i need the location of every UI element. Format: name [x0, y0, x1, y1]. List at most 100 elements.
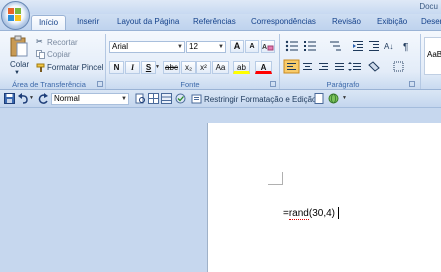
format-painter-icon	[36, 63, 45, 72]
format-painter-button[interactable]: Formatar Pincel	[47, 63, 103, 72]
globe-icon[interactable]	[328, 93, 339, 104]
print-preview-icon[interactable]	[135, 93, 146, 104]
eraser-icon: A	[262, 44, 274, 51]
separator	[420, 34, 421, 89]
highlight-button[interactable]: ab	[233, 61, 250, 74]
chevron-down-icon[interactable]: ▼	[155, 64, 160, 70]
document-icon[interactable]	[314, 93, 325, 104]
paragraph-launcher-icon[interactable]	[409, 81, 415, 87]
text-prefix: =	[283, 208, 289, 219]
grow-font-button[interactable]: A	[230, 40, 244, 53]
numbering-icon	[304, 41, 316, 51]
restrict-editing-button[interactable]: Restringir Formatação e Edição	[204, 95, 317, 104]
text-cursor	[338, 207, 339, 219]
shrink-font-icon: A	[249, 43, 255, 50]
highlighter-icon: ab	[237, 63, 246, 72]
strikethrough-icon: abc	[165, 63, 178, 72]
shrink-font-button[interactable]: A	[245, 40, 259, 53]
borders-icon	[393, 61, 404, 72]
redo-icon[interactable]	[38, 93, 49, 104]
window-title: Docu	[419, 2, 438, 11]
clipboard-launcher-icon[interactable]	[97, 81, 103, 87]
margin-corner-mark	[268, 172, 283, 185]
clipboard-icon	[10, 35, 28, 57]
tab-exibicao[interactable]: Exibição	[377, 17, 407, 26]
sort-icon: A↓	[384, 42, 393, 51]
subscript-button[interactable]: x₂	[181, 61, 196, 74]
customize-toolbar-icon[interactable]: ▼	[342, 95, 347, 101]
tab-referencias[interactable]: Referências	[193, 17, 236, 26]
restrict-editing-icon	[191, 94, 202, 104]
change-case-button[interactable]: Aa	[212, 61, 229, 74]
grow-font-icon: A	[233, 41, 241, 51]
scissors-icon: ✂	[36, 37, 43, 46]
shading-icon	[368, 61, 380, 72]
italic-icon: I	[130, 63, 135, 72]
ribbon-tabs: Inserir Layout da Página Referências Cor…	[0, 14, 441, 30]
paragraph-group-title: Parágrafo	[326, 80, 360, 89]
subscript-icon: x₂	[184, 63, 193, 72]
tab-revisao[interactable]: Revisão	[332, 17, 361, 26]
style-value: Normal	[54, 94, 80, 103]
title-bar: Docu	[0, 0, 441, 14]
clipboard-group-title: Área de Transferência	[12, 80, 86, 89]
justify-icon	[335, 63, 344, 70]
separator	[279, 34, 280, 89]
separator	[105, 34, 106, 89]
paste-button[interactable]	[9, 35, 29, 59]
tab-inserir[interactable]: Inserir	[77, 17, 99, 26]
font-name-select[interactable]: Arial ▼	[109, 41, 185, 53]
paste-label[interactable]: Colar	[10, 60, 29, 69]
copy-button[interactable]: Copiar	[47, 50, 71, 59]
decrease-indent-icon	[353, 41, 363, 51]
quick-access-toolbar: ▼ Normal ▼ Restringir Formatação e Ediçã…	[0, 90, 441, 108]
undo-icon[interactable]	[18, 93, 29, 104]
tab-layout[interactable]: Layout da Página	[117, 17, 179, 26]
document-text[interactable]: =rand(30,4)	[283, 208, 335, 220]
chevron-down-icon: ▼	[121, 96, 127, 102]
document-page[interactable]	[207, 123, 441, 272]
tab-correspondencias[interactable]: Correspondências	[251, 17, 316, 26]
strikethrough-button[interactable]: abc	[163, 61, 180, 74]
change-case-icon: Aa	[215, 63, 226, 72]
multilevel-list-icon	[330, 41, 341, 51]
table-icon[interactable]	[161, 93, 172, 104]
underline-icon: S	[145, 63, 152, 72]
superscript-icon: x²	[200, 63, 207, 72]
paragraph-tools[interactable]: A↓ ¶	[283, 39, 419, 85]
clear-formatting-button[interactable]: A	[261, 40, 275, 53]
font-name-value: Arial	[112, 42, 129, 51]
chevron-down-icon: ▼	[218, 44, 224, 50]
cut-button[interactable]: Recortar	[47, 38, 78, 47]
paste-dropdown-icon[interactable]: ▼	[14, 70, 20, 76]
bold-button[interactable]: N	[109, 61, 124, 74]
grid-icon[interactable]	[148, 93, 159, 104]
style-select[interactable]: Normal ▼	[51, 93, 129, 105]
font-color-icon: A	[260, 63, 267, 72]
chevron-down-icon: ▼	[177, 44, 183, 50]
font-launcher-icon[interactable]	[270, 81, 276, 87]
svg-text:A: A	[262, 44, 267, 51]
underline-button[interactable]: S	[141, 61, 156, 74]
spelling-check-icon[interactable]	[175, 93, 186, 104]
misspelled-word: rand	[288, 208, 309, 220]
style-gallery-item[interactable]: AaB	[424, 37, 441, 75]
text-suffix: (30,4)	[308, 208, 335, 219]
chevron-down-icon[interactable]: ▼	[29, 95, 34, 101]
copy-icon	[36, 50, 45, 59]
increase-indent-icon	[369, 41, 379, 51]
font-size-select[interactable]: 12 ▼	[186, 41, 226, 53]
svg-text:¶: ¶	[403, 42, 408, 53]
font-size-value: 12	[189, 42, 198, 51]
tab-desenvolvedor[interactable]: Desenv	[421, 17, 441, 26]
align-right-icon	[319, 63, 328, 70]
save-icon[interactable]	[4, 93, 15, 104]
italic-button[interactable]: I	[125, 61, 140, 74]
style-preview: AaB	[427, 50, 441, 59]
font-group-title: Fonte	[180, 80, 200, 89]
tab-inicio[interactable]: Início	[31, 15, 66, 31]
office-logo-icon	[8, 8, 21, 21]
pilcrow-icon: ¶	[403, 42, 408, 53]
font-color-button[interactable]: A	[255, 61, 272, 74]
superscript-button[interactable]: x²	[196, 61, 211, 74]
